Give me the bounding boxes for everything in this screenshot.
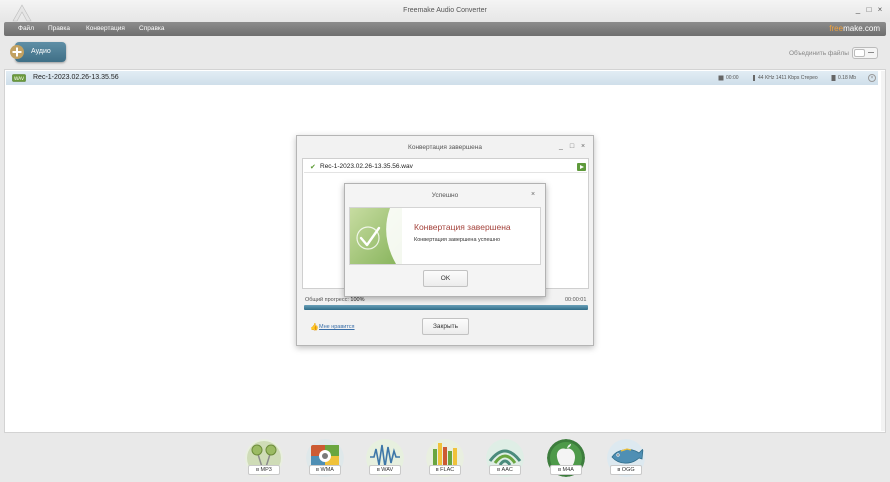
file-name: Rec-1-2023.02.26-13.35.56: [33, 74, 119, 81]
join-files-toggle[interactable]: [852, 47, 878, 59]
title-bar: Freemake Audio Converter _ □ ×: [0, 0, 890, 22]
format-label-aac: в AAC: [489, 465, 521, 475]
success-dialog-title: Успешно: [431, 192, 459, 199]
close-window-button[interactable]: ×: [875, 5, 885, 15]
dialog-minimize-button[interactable]: _: [557, 143, 565, 151]
success-heading: Конвертация завершена: [414, 222, 511, 232]
file-list-scrollbar[interactable]: [881, 71, 885, 431]
minimize-button[interactable]: _: [853, 5, 863, 15]
format-label-m4a: в M4A: [550, 465, 582, 475]
wav-file-icon: WAV: [12, 74, 26, 82]
format-label-wav: в WAV: [369, 465, 401, 475]
file-audio-format: 44 KHz 1411 Kbps Стерео: [758, 75, 818, 81]
audio-format-icon: [753, 75, 755, 81]
format-label-mp3: в MP3: [248, 465, 280, 475]
success-message-panel: Конвертация завершена Конвертация заверш…: [349, 207, 541, 265]
file-duration: 00:00: [726, 75, 739, 81]
format-label-wma: в WMA: [309, 465, 341, 475]
toggle-knob: [854, 49, 865, 57]
format-label-flac: в FLAC: [429, 465, 461, 475]
remove-file-button[interactable]: ×: [868, 74, 876, 82]
dialog-close-button[interactable]: ×: [579, 143, 587, 151]
success-dialog-close-button[interactable]: ×: [531, 191, 535, 198]
dialog-maximize-button[interactable]: □: [568, 143, 576, 151]
menu-edit[interactable]: Правка: [48, 25, 70, 32]
brand-link[interactable]: freemake.com: [829, 24, 880, 33]
add-plus-icon: [10, 45, 24, 59]
overall-progress-label: Общий прогресс: 100%: [305, 297, 365, 303]
like-link[interactable]: Мне нравится: [319, 324, 355, 330]
file-size: 0.18 Mb: [838, 75, 857, 81]
success-checkmark-icon: [350, 208, 402, 264]
window-title: Freemake Audio Converter: [403, 7, 487, 14]
menu-help[interactable]: Справка: [139, 25, 165, 32]
join-files-label: Объединить файлы: [789, 50, 849, 57]
success-dialog: Успешно × Конвертация завершена Конверта…: [344, 183, 546, 297]
convert-to-wma-button[interactable]: в WMA: [304, 437, 346, 479]
file-row[interactable]: WAV Rec-1-2023.02.26-13.35.56 00:00 44 K…: [6, 71, 878, 85]
toggle-off-icon: [868, 52, 874, 53]
overall-progress-bar: [304, 305, 588, 310]
success-message: Конвертация завершена успешно: [414, 237, 501, 243]
conversion-dialog-title: Конвертация завершена: [408, 144, 482, 151]
thumbs-up-icon: 👍: [310, 324, 319, 331]
check-icon: ✔: [310, 164, 316, 171]
elapsed-time: 00:00:01: [565, 297, 587, 303]
maximize-button[interactable]: □: [864, 5, 874, 15]
duration-icon: [718, 75, 724, 81]
menu-bar: Файл Правка Конвертация Справка freemake…: [4, 22, 886, 36]
close-dialog-button[interactable]: Закрыть: [422, 318, 469, 335]
convert-to-aac-button[interactable]: в AAC: [484, 437, 526, 479]
converted-file-name: Rec-1-2023.02.26-13.35.56.wav: [320, 163, 413, 170]
menu-file[interactable]: Файл: [18, 25, 34, 32]
convert-to-m4a-button[interactable]: в M4A: [545, 437, 587, 479]
menu-convert[interactable]: Конвертация: [86, 25, 125, 32]
convert-to-flac-button[interactable]: в FLAC: [424, 437, 466, 479]
progress-fill: [304, 305, 588, 310]
svg-text:WAV: WAV: [14, 76, 25, 82]
format-label-ogg: в OGG: [610, 465, 642, 475]
convert-to-ogg-button[interactable]: в OGG: [605, 437, 647, 479]
open-folder-play-icon[interactable]: [577, 163, 586, 171]
list-item[interactable]: ✔ Rec-1-2023.02.26-13.35.56.wav: [304, 161, 587, 173]
ok-button[interactable]: OK: [423, 270, 468, 287]
file-size-icon: [831, 75, 836, 81]
convert-to-wav-button[interactable]: в WAV: [364, 437, 406, 479]
convert-to-mp3-button[interactable]: в MP3: [243, 437, 285, 479]
